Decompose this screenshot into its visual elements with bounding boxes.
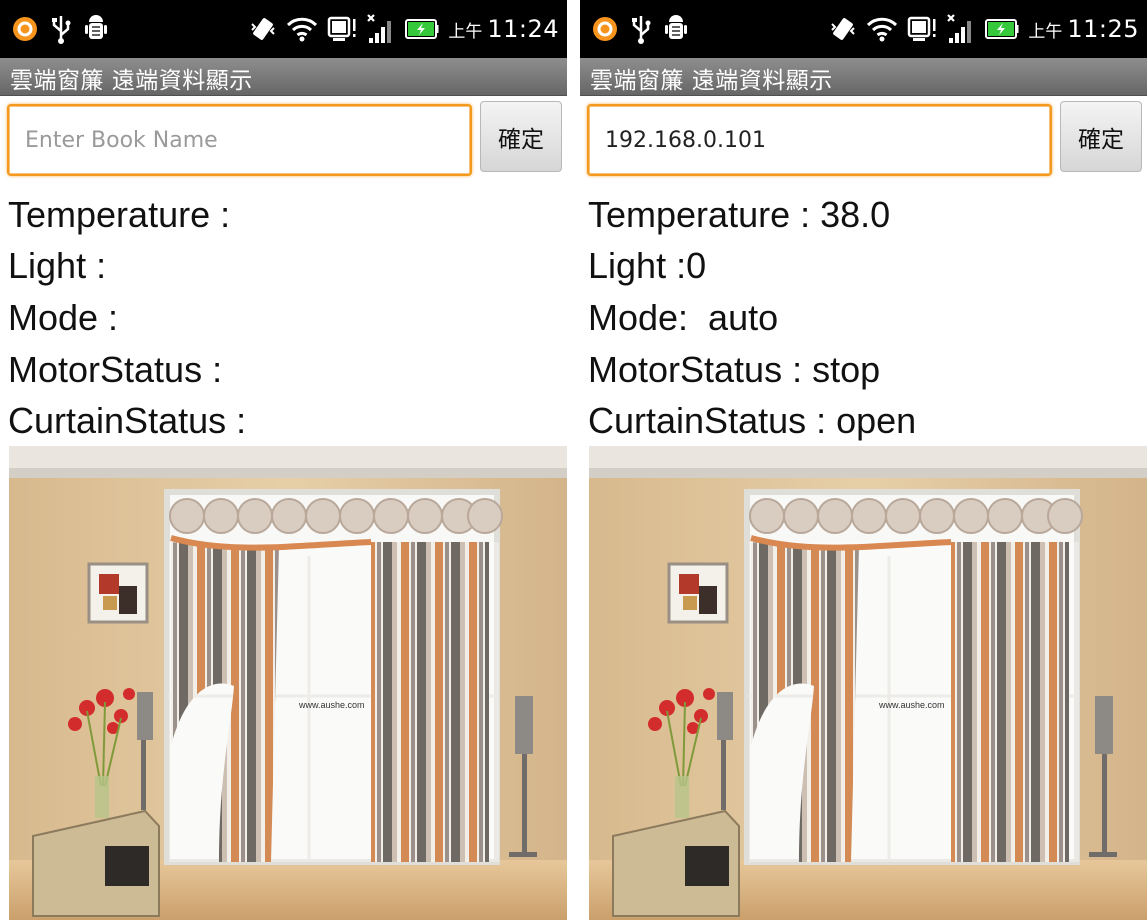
android-debug-icon xyxy=(84,14,108,44)
orange-app-icon xyxy=(592,16,618,42)
phone-screen-right: 上午 11:25 雲端窗簾 遠端資料顯示 確定 Temperature : 38… xyxy=(580,0,1147,920)
book-name-input[interactable] xyxy=(587,104,1052,176)
app-title-bar: 雲端窗簾 遠端資料顯示 xyxy=(0,58,567,96)
temperature-label: Temperature : xyxy=(8,194,231,235)
light-label: Light :0 xyxy=(588,245,707,286)
status-clock: 11:24 xyxy=(487,15,559,43)
curtain-room-image: www.aushe.com xyxy=(9,446,567,920)
vibrate-icon xyxy=(249,15,277,43)
curtain-status-label: CurtainStatus : open xyxy=(588,400,917,441)
motor-status-label: MotorStatus : stop xyxy=(588,349,881,390)
phone-screen-left: 上午 11:24 雲端窗簾 遠端資料顯示 確定 Temperature : Li… xyxy=(0,0,567,920)
app-title: 雲端窗簾 遠端資料顯示 xyxy=(590,68,833,94)
watermark-text: www.aushe.com xyxy=(878,700,945,710)
wifi-icon xyxy=(866,15,898,43)
signal-icon xyxy=(946,13,976,45)
battery-charging-icon xyxy=(405,18,439,40)
motor-status-label: MotorStatus : xyxy=(8,349,223,390)
orange-app-icon xyxy=(12,16,38,42)
status-clock: 11:25 xyxy=(1067,15,1139,43)
status-ampm: 上午 xyxy=(448,21,483,42)
app-title-bar: 雲端窗簾 遠端資料顯示 xyxy=(580,58,1147,96)
wifi-icon xyxy=(286,15,318,43)
app-title: 雲端窗簾 遠端資料顯示 xyxy=(10,68,253,94)
confirm-button[interactable]: 確定 xyxy=(1060,101,1142,172)
android-debug-icon xyxy=(664,14,688,44)
sim-card-icon xyxy=(907,15,937,43)
mode-label: Mode : xyxy=(8,297,119,338)
vibrate-icon xyxy=(829,15,857,43)
book-name-input[interactable] xyxy=(7,104,472,176)
usb-icon xyxy=(630,14,652,44)
curtain-room-image: www.aushe.com xyxy=(589,446,1147,920)
watermark-text: www.aushe.com xyxy=(298,700,365,710)
battery-charging-icon xyxy=(985,18,1019,40)
signal-icon xyxy=(366,13,396,45)
sim-card-icon xyxy=(327,15,357,43)
status-ampm: 上午 xyxy=(1028,21,1063,42)
temperature-label: Temperature : 38.0 xyxy=(588,194,891,235)
status-bar: 上午 11:25 xyxy=(580,0,1147,58)
mode-label: Mode: auto xyxy=(588,297,779,338)
status-bar: 上午 11:24 xyxy=(0,0,567,58)
curtain-status-label: CurtainStatus : xyxy=(8,400,247,441)
usb-icon xyxy=(50,14,72,44)
confirm-button[interactable]: 確定 xyxy=(480,101,562,172)
light-label: Light : xyxy=(8,245,107,286)
